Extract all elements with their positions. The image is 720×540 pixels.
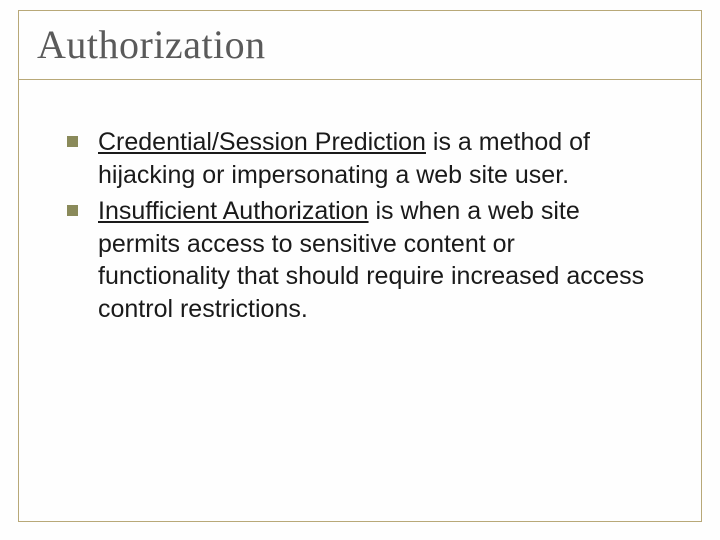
bullet-text: Insufficient Authorization is when a web… <box>98 195 653 325</box>
bullet-square-icon <box>67 205 78 216</box>
title-area: Authorization <box>19 11 701 76</box>
term-underlined: Insufficient Authorization <box>98 197 369 225</box>
bullet-item: Credential/Session Prediction is a metho… <box>67 126 653 191</box>
bullet-item: Insufficient Authorization is when a web… <box>67 195 653 325</box>
slide-frame: Authorization Credential/Session Predict… <box>18 10 702 522</box>
bullet-square-icon <box>67 136 78 147</box>
slide-title: Authorization <box>37 21 683 68</box>
bullet-text: Credential/Session Prediction is a metho… <box>98 126 653 191</box>
term-underlined: Credential/Session Prediction <box>98 128 426 156</box>
content-area: Credential/Session Prediction is a metho… <box>19 76 701 325</box>
title-underline <box>19 79 701 80</box>
